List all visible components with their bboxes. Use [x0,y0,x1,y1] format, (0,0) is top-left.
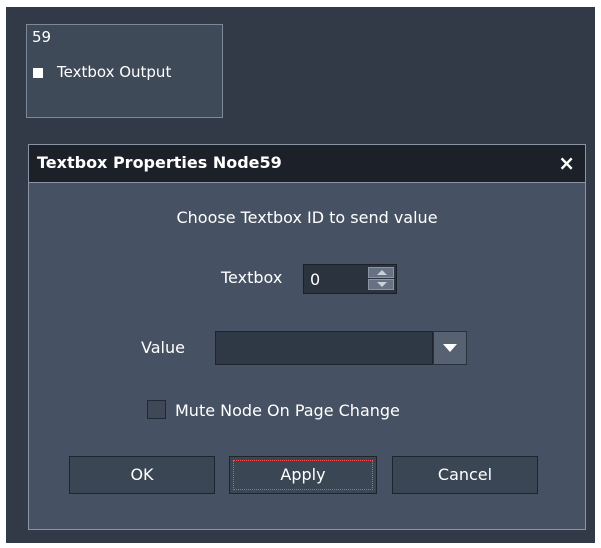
textbox-id-input[interactable] [304,265,370,293]
value-select[interactable] [215,331,433,365]
instruction-text: Choose Textbox ID to send value [176,208,438,227]
stepper-buttons [368,267,394,291]
cancel-button[interactable]: Cancel [392,456,538,494]
value-label: Value [141,338,185,357]
stepper-up-button[interactable] [368,267,394,278]
dialog-titlebar[interactable]: Textbox Properties Node59 × [29,145,585,183]
port-square-icon[interactable] [33,68,43,78]
textbox-properties-dialog: Textbox Properties Node59 × Choose Textb… [28,144,586,530]
textbox-label: Textbox [221,268,283,287]
focus-ring [233,460,373,490]
arrow-down-icon [377,282,387,287]
node-id: 59 [32,28,52,46]
chevron-down-icon [443,344,457,352]
stepper-down-button[interactable] [368,279,394,290]
ok-button[interactable]: OK [69,456,215,494]
node-label: Textbox Output [57,63,172,81]
apply-button[interactable]: Apply [229,456,377,494]
dialog-title: Textbox Properties Node59 [37,153,282,172]
close-icon[interactable]: × [558,151,575,175]
arrow-up-icon [377,270,387,275]
textbox-output-node[interactable]: 59 Textbox Output [26,24,223,118]
textbox-id-stepper [303,264,397,294]
node-canvas[interactable]: 59 Textbox Output Textbox Properties Nod… [6,7,595,543]
mute-node-label[interactable]: Mute Node On Page Change [175,401,400,420]
mute-node-checkbox[interactable] [147,400,166,419]
value-dropdown-button[interactable] [433,331,467,365]
